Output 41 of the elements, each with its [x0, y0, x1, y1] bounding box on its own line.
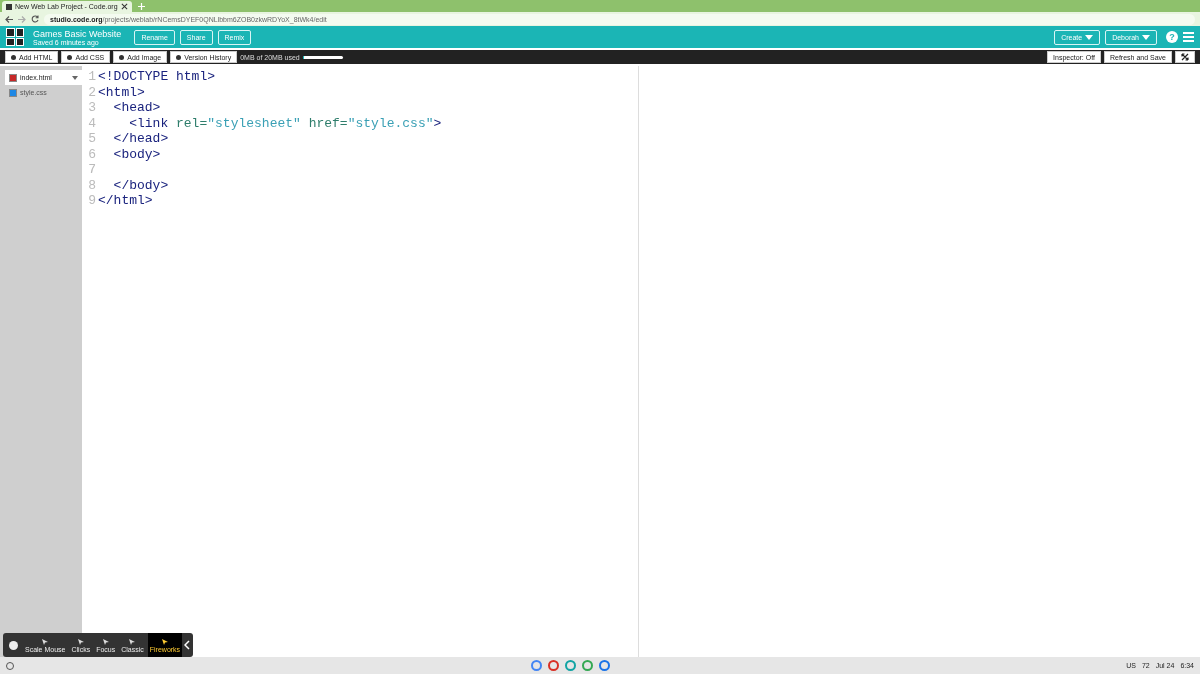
pointer-icon	[76, 637, 85, 646]
collapse-icon[interactable]	[184, 640, 191, 650]
caret-icon	[1085, 34, 1094, 40]
fullscreen-button[interactable]	[1175, 51, 1195, 63]
code-line: <!DOCTYPE html>	[98, 69, 216, 85]
line-number: 5	[87, 131, 96, 147]
code-line: <head>	[112, 100, 161, 116]
code-line: </html>	[98, 193, 153, 209]
record-icon[interactable]	[9, 640, 18, 650]
app-icon[interactable]	[598, 660, 610, 671]
line-number: 7	[87, 162, 96, 178]
code-line: <body>	[112, 146, 161, 162]
pointer-icon	[101, 637, 110, 646]
line-number: 3	[87, 100, 96, 116]
pointer-icon	[160, 637, 169, 646]
line-number: 2	[87, 84, 96, 100]
pointer-icon	[128, 637, 137, 646]
expand-icon	[1181, 53, 1189, 61]
line-number: 4	[87, 115, 96, 131]
line-number: 8	[87, 177, 96, 193]
line-number: 9	[87, 193, 96, 209]
line-number: 6	[87, 146, 96, 162]
line-number: 1	[87, 69, 96, 85]
reload-icon[interactable]	[31, 15, 39, 23]
code-line: </head>	[112, 131, 169, 147]
code-line: </body>	[112, 177, 169, 193]
app-icon[interactable]	[530, 660, 542, 671]
back-icon[interactable]	[5, 15, 13, 23]
close-icon[interactable]	[120, 3, 128, 10]
code-line: <html>	[98, 84, 145, 100]
caret-icon	[1142, 34, 1150, 40]
caret-icon[interactable]	[72, 75, 78, 80]
app-icon[interactable]	[547, 660, 559, 671]
app-icon[interactable]	[564, 660, 576, 671]
menu-icon[interactable]	[1183, 32, 1194, 42]
code-line: <link rel="stylesheet" href="style.css">	[128, 115, 442, 131]
site-icon	[6, 3, 12, 10]
pointer-icon	[41, 637, 50, 646]
logo-icon	[6, 28, 24, 46]
app-icon[interactable]	[581, 660, 593, 671]
project-name: Games Basic Website	[33, 28, 122, 39]
